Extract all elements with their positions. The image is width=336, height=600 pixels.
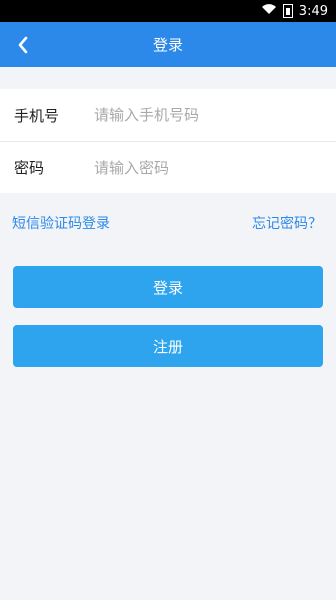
phone-input[interactable]	[94, 106, 304, 124]
battery-icon	[282, 4, 293, 18]
register-button[interactable]: 注册	[13, 325, 323, 367]
password-label: 密码	[14, 159, 45, 177]
sms-login-link[interactable]: 短信验证码登录	[12, 213, 110, 233]
password-row: 密码	[0, 141, 336, 193]
forgot-password-link[interactable]: 忘记密码？	[252, 213, 322, 233]
login-button[interactable]: 登录	[13, 266, 323, 308]
auth-links: 短信验证码登录 忘记密码？	[12, 212, 322, 234]
status-bar: 3:49	[0, 0, 336, 22]
page-title: 登录	[152, 36, 183, 54]
password-input[interactable]	[94, 158, 304, 177]
status-time: 3:49	[298, 3, 328, 19]
phone-label: 手机号	[14, 106, 60, 125]
wifi-icon	[261, 3, 277, 19]
title-bar: 登录	[0, 22, 336, 67]
phone-row: 手机号	[0, 89, 336, 141]
login-form: 手机号 密码	[0, 89, 336, 193]
